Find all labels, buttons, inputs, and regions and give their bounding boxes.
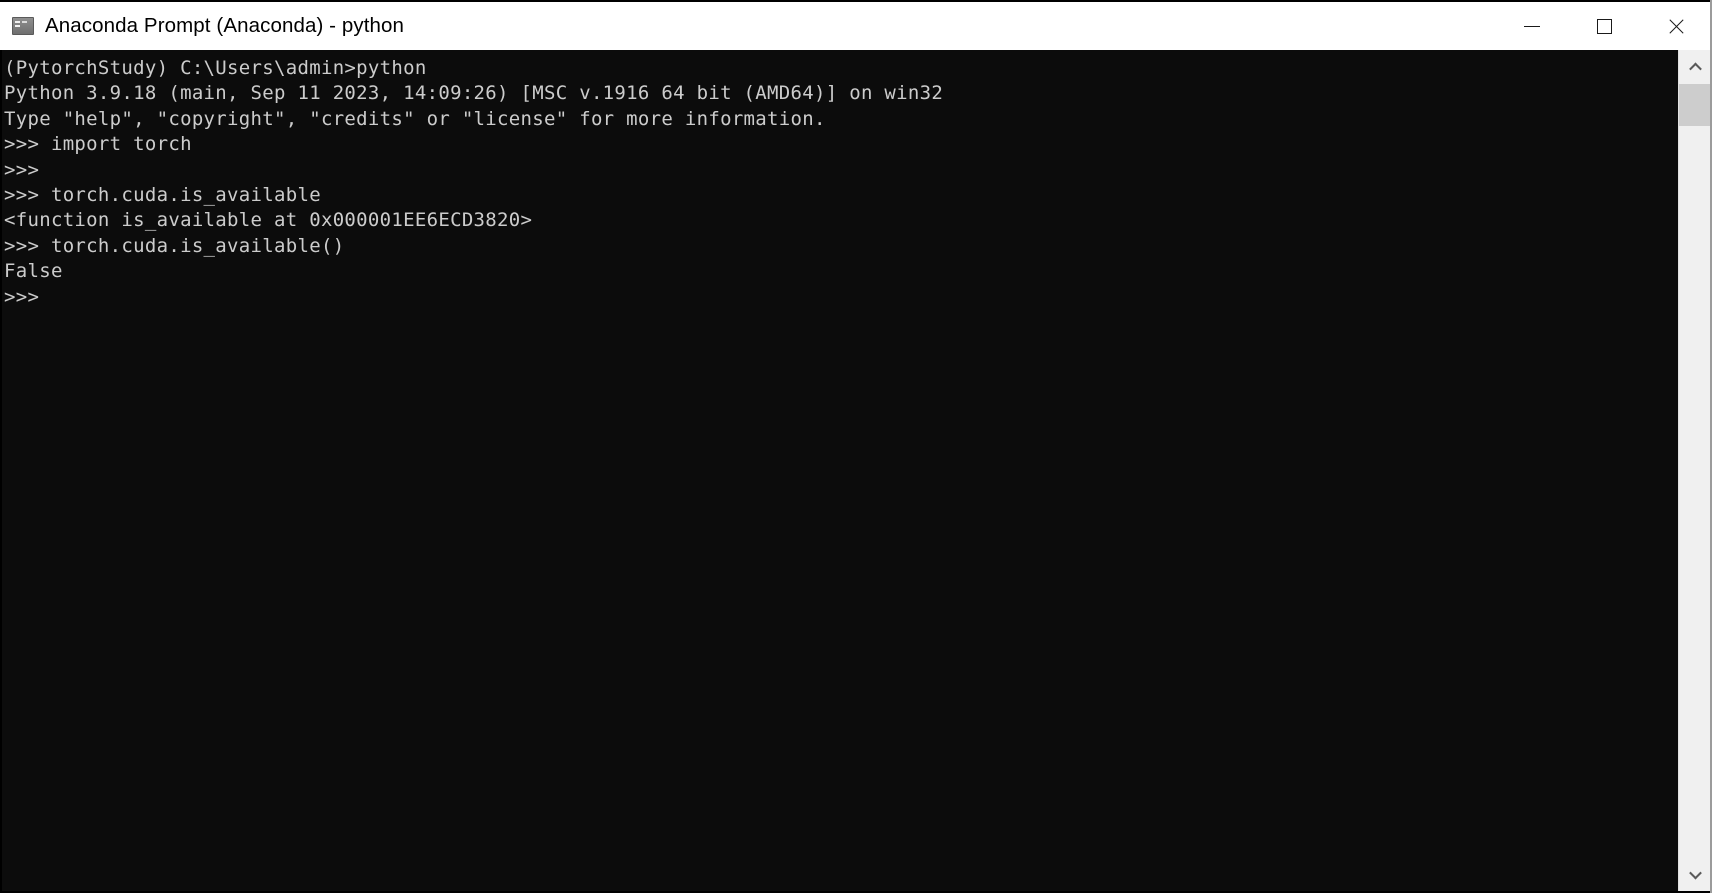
- chevron-down-icon: [1689, 866, 1702, 879]
- minimize-icon: [1524, 25, 1540, 27]
- maximize-button[interactable]: [1568, 1, 1640, 51]
- scroll-down-button[interactable]: [1679, 857, 1712, 891]
- terminal-line: >>>: [4, 158, 40, 181]
- window-title: Anaconda Prompt (Anaconda) - python: [45, 14, 405, 37]
- scroll-up-button[interactable]: [1679, 50, 1712, 84]
- minimize-button[interactable]: [1496, 1, 1568, 51]
- scrollbar-thumb[interactable]: [1679, 84, 1712, 126]
- chevron-up-icon: [1689, 62, 1702, 75]
- window-body: (PytorchStudy) C:\Users\admin>python Pyth…: [0, 50, 1712, 893]
- maximize-icon: [1596, 18, 1612, 34]
- terminal-line: Python 3.9.18 (main, Sep 11 2023, 14:09:…: [4, 82, 944, 105]
- title-bar-left: Anaconda Prompt (Anaconda) - python: [0, 14, 1496, 38]
- terminal-line: >>> torch.cuda.is_available(): [4, 234, 345, 257]
- terminal-line: >>> torch.cuda.is_available: [4, 183, 321, 206]
- terminal-line: (PytorchStudy) C:\Users\admin>python: [4, 57, 427, 79]
- terminal-line: >>>: [4, 285, 40, 308]
- vertical-scrollbar[interactable]: [1678, 50, 1712, 891]
- terminal-line: Type "help", "copyright", "credits" or "…: [4, 107, 826, 130]
- window-controls: [1496, 1, 1712, 51]
- terminal-line: False: [4, 260, 63, 283]
- close-icon: [1667, 17, 1686, 36]
- terminal-output[interactable]: (PytorchStudy) C:\Users\admin>python Pyth…: [2, 50, 1678, 891]
- close-button[interactable]: [1640, 1, 1712, 51]
- console-window: Anaconda Prompt (Anaconda) - python (Pyt…: [0, 0, 1712, 893]
- terminal-line: <function is_available at 0x000001EE6ECD…: [4, 209, 533, 232]
- title-bar[interactable]: Anaconda Prompt (Anaconda) - python: [0, 0, 1712, 50]
- scrollbar-track[interactable]: [1679, 84, 1712, 857]
- console-icon: [12, 17, 34, 35]
- terminal-line: >>> import torch: [4, 133, 192, 156]
